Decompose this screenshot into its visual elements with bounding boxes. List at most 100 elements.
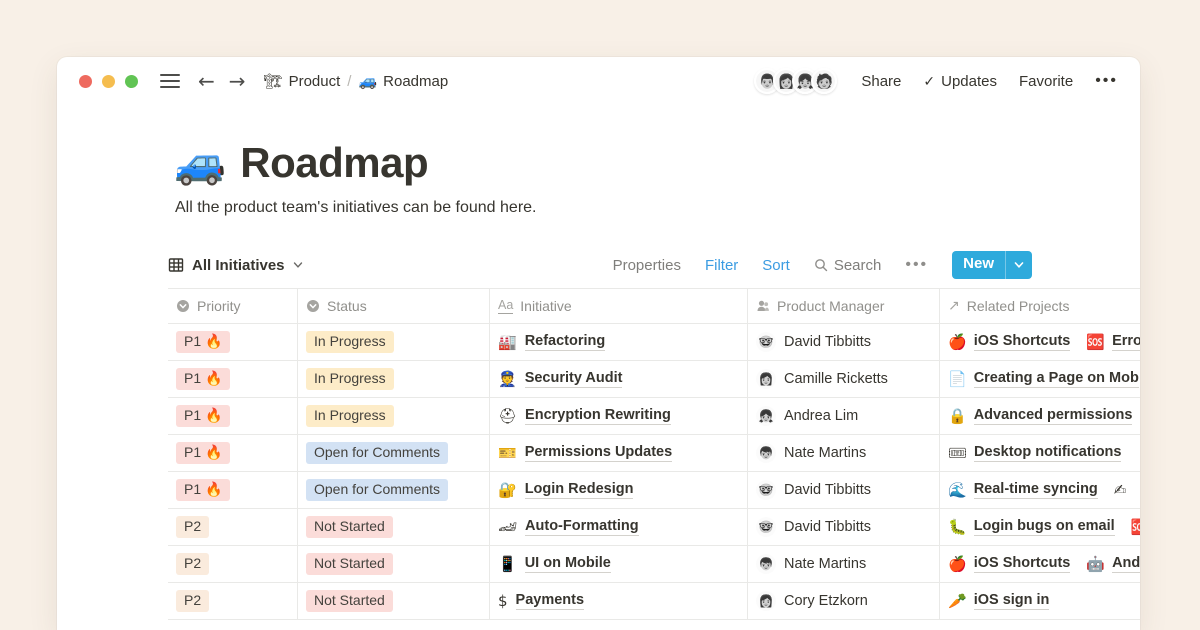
product-manager-cell[interactable]: 👩Cory Etzkorn: [748, 583, 940, 619]
related-project-link[interactable]: Creating a Page on Mob: [974, 370, 1139, 388]
table-row: P1 🔥Open for Comments🎫Permissions Update…: [168, 435, 1140, 472]
select-property-icon: [306, 299, 320, 313]
initiative-cell[interactable]: 🔐Login Redesign: [490, 472, 748, 508]
related-project-link[interactable]: Advanced permissions: [974, 407, 1133, 425]
back-arrow-icon[interactable]: ←: [198, 71, 215, 91]
sidebar-menu-icon[interactable]: [160, 74, 180, 89]
person-avatar: 🤓: [756, 517, 776, 537]
product-manager-cell[interactable]: 🤓David Tibbitts: [748, 472, 940, 508]
column-header-initiative[interactable]: Aa Initiative: [490, 289, 748, 323]
status-cell[interactable]: Not Started: [298, 546, 490, 582]
breadcrumb-item-roadmap[interactable]: 🚙 Roadmap: [358, 73, 448, 90]
search-icon: [814, 258, 828, 272]
related-project-icon: 🍎: [948, 557, 967, 572]
related-project-link[interactable]: Login bugs on email: [974, 518, 1115, 536]
related-project-link[interactable]: And: [1112, 555, 1140, 573]
initiative-cell[interactable]: $Payments: [490, 583, 748, 619]
status-cell[interactable]: In Progress: [298, 361, 490, 397]
related-projects-cell[interactable]: 🔒Advanced permissions: [940, 398, 1140, 434]
filter-button[interactable]: Filter: [705, 257, 738, 274]
initiative-cell[interactable]: 🎫Permissions Updates: [490, 435, 748, 471]
product-manager-cell[interactable]: 👧Andrea Lim: [748, 398, 940, 434]
new-button-chevron[interactable]: [1006, 251, 1032, 279]
related-projects-cell[interactable]: 🍎iOS Shortcuts🆘Erro: [940, 324, 1140, 360]
product-manager-cell[interactable]: 👦Nate Martins: [748, 435, 940, 471]
new-button[interactable]: New: [952, 251, 1032, 279]
priority-cell[interactable]: P2: [168, 509, 298, 545]
share-button[interactable]: Share: [861, 73, 901, 90]
priority-cell[interactable]: P2: [168, 546, 298, 582]
initiative-link[interactable]: Login Redesign: [525, 481, 634, 499]
column-header-product-manager[interactable]: Product Manager: [748, 289, 940, 323]
related-project-link[interactable]: Erro: [1112, 333, 1140, 351]
initiative-link[interactable]: Refactoring: [525, 333, 606, 351]
related-project-item: 🌊 Real-time syncing: [948, 481, 1098, 499]
page-icon-car[interactable]: 🚙: [174, 142, 226, 184]
column-header-related-projects[interactable]: ↗ Related Projects: [940, 289, 1140, 323]
related-projects-cell[interactable]: 🎟Desktop notifications: [940, 435, 1140, 471]
close-window-button[interactable]: [79, 75, 92, 88]
priority-cell[interactable]: P1 🔥: [168, 435, 298, 471]
initiative-link[interactable]: UI on Mobile: [525, 555, 611, 573]
initiative-cell[interactable]: 📱 UI on Mobile: [490, 546, 748, 582]
related-projects-cell[interactable]: 🍎iOS Shortcuts🤖And: [940, 546, 1140, 582]
person-avatar: 🤓: [756, 480, 776, 500]
priority-cell[interactable]: P1 🔥: [168, 324, 298, 360]
related-project-link[interactable]: Desktop notifications: [974, 444, 1121, 462]
related-project-link[interactable]: iOS Shortcuts: [974, 555, 1071, 573]
related-projects-cell[interactable]: 🌊Real-time syncing✍: [940, 472, 1140, 508]
avatar[interactable]: 🧑: [811, 68, 837, 94]
minimize-window-button[interactable]: [102, 75, 115, 88]
select-property-icon: [176, 299, 190, 313]
related-projects-cell[interactable]: 🐛Login bugs on email🆘: [940, 509, 1140, 545]
updates-button[interactable]: ✓ Updates: [923, 73, 997, 90]
properties-button[interactable]: Properties: [613, 257, 681, 274]
view-toolbar: All Initiatives Properties Filter Sort S…: [168, 247, 1140, 283]
status-cell[interactable]: In Progress: [298, 324, 490, 360]
breadcrumb-item-product[interactable]: 🏗 Product: [264, 73, 341, 90]
priority-cell[interactable]: P1 🔥: [168, 472, 298, 508]
initiative-link[interactable]: Security Audit: [525, 370, 623, 388]
status-cell[interactable]: Not Started: [298, 509, 490, 545]
initiative-cell[interactable]: 🏭Refactoring: [490, 324, 748, 360]
initiative-cell[interactable]: 👮Security Audit: [490, 361, 748, 397]
sort-button[interactable]: Sort: [762, 257, 790, 274]
initiative-cell[interactable]: ⛑Encryption Rewriting: [490, 398, 748, 434]
zoom-window-button[interactable]: [125, 75, 138, 88]
related-projects-cell[interactable]: 📄Creating a Page on Mob: [940, 361, 1140, 397]
favorite-button[interactable]: Favorite: [1019, 73, 1073, 90]
initiatives-table: Priority Status Aa Initiative Produc: [168, 288, 1140, 620]
column-header-priority[interactable]: Priority: [168, 289, 298, 323]
product-manager-cell[interactable]: 🤓David Tibbitts: [748, 324, 940, 360]
status-cell[interactable]: Open for Comments: [298, 435, 490, 471]
product-manager-cell[interactable]: 🤓David Tibbitts: [748, 509, 940, 545]
initiative-link[interactable]: Encryption Rewriting: [525, 407, 671, 425]
priority-cell[interactable]: P1 🔥: [168, 398, 298, 434]
column-header-status[interactable]: Status: [298, 289, 490, 323]
status-tag: Open for Comments: [306, 479, 448, 501]
initiative-cell[interactable]: 🏎Auto-Formatting: [490, 509, 748, 545]
initiative-link[interactable]: Payments: [516, 592, 585, 610]
related-project-icon: 🌊: [948, 483, 967, 498]
table-row: P1 🔥 Open for Comments 🔐Login Redesign🤓Dav…: [168, 472, 1140, 509]
product-manager-cell[interactable]: 👦Nate Martins: [748, 546, 940, 582]
initiative-link[interactable]: Permissions Updates: [525, 444, 672, 462]
initiative-link[interactable]: Auto-Formatting: [525, 518, 639, 536]
related-project-link[interactable]: iOS Shortcuts: [974, 333, 1071, 351]
related-project-link[interactable]: iOS sign in: [974, 592, 1050, 610]
more-options-icon[interactable]: •••: [1095, 72, 1118, 90]
forward-arrow-icon[interactable]: →: [229, 71, 246, 91]
view-more-icon[interactable]: •••: [905, 256, 928, 274]
related-project-link[interactable]: Real-time syncing: [974, 481, 1098, 499]
initiative-icon: 📱: [498, 557, 517, 572]
status-cell[interactable]: Not Started: [298, 583, 490, 619]
related-projects-cell[interactable]: 🥕iOS sign in: [940, 583, 1140, 619]
status-tag: In Progress: [306, 368, 394, 390]
priority-cell[interactable]: P2: [168, 583, 298, 619]
priority-cell[interactable]: P1 🔥: [168, 361, 298, 397]
view-switcher[interactable]: All Initiatives: [168, 257, 303, 274]
status-cell[interactable]: Open for Comments: [298, 472, 490, 508]
product-manager-cell[interactable]: 👩Camille Ricketts: [748, 361, 940, 397]
status-cell[interactable]: In Progress: [298, 398, 490, 434]
search-button[interactable]: Search: [814, 257, 882, 274]
